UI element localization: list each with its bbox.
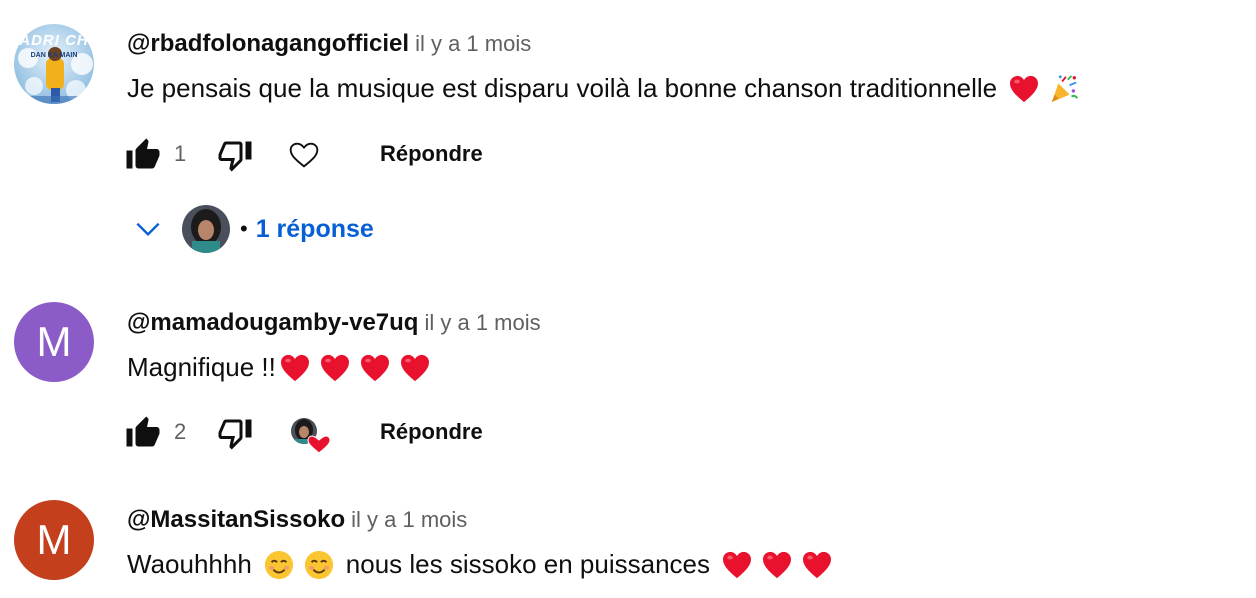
comment-text: Je pensais que la musique est disparu vo… bbox=[127, 73, 1079, 104]
party-popper-emoji bbox=[1051, 74, 1079, 102]
comment-body: Je pensais que la musique est disparu vo… bbox=[127, 73, 998, 103]
avatar-subtitle: DAN KA MAIN bbox=[30, 52, 78, 59]
like-button[interactable] bbox=[124, 133, 162, 177]
creator-heart-badge[interactable] bbox=[286, 411, 332, 455]
dislike-button[interactable] bbox=[216, 133, 254, 177]
timestamp[interactable]: il y a 1 mois bbox=[415, 31, 531, 56]
thumbs-down-icon bbox=[218, 419, 252, 450]
comment-text: Waouhhhh nous les sissoko en puissances bbox=[127, 549, 832, 580]
red-heart-emoji bbox=[360, 354, 389, 381]
avatar-letter: M bbox=[36, 516, 72, 563]
smiling-face-emoji bbox=[304, 550, 333, 579]
author-name[interactable]: @rbadfolonagangofficiel bbox=[127, 30, 409, 57]
avatar-title: ADRI CH bbox=[19, 32, 89, 49]
separator-dot: • bbox=[240, 216, 248, 241]
like-count: 1 bbox=[174, 141, 187, 166]
timestamp[interactable]: il y a 1 mois bbox=[424, 310, 540, 335]
reply-button[interactable]: Répondre bbox=[380, 419, 483, 445]
red-heart-emoji bbox=[280, 354, 309, 381]
comment-header: @mamadougamby-ve7uq il y a 1 mois bbox=[127, 309, 541, 337]
reply-button[interactable]: Répondre bbox=[380, 141, 483, 167]
comment-body: Magnifique !! bbox=[127, 352, 276, 382]
dislike-button[interactable] bbox=[216, 411, 254, 455]
thumbs-up-icon bbox=[126, 416, 160, 447]
replies-count: 1 réponse bbox=[255, 214, 374, 243]
view-replies-button[interactable]: • 1 réponse bbox=[132, 204, 374, 254]
comment-header: @MassitanSissoko il y a 1 mois bbox=[127, 506, 467, 534]
avatar[interactable]: M bbox=[14, 302, 94, 382]
avatar[interactable]: ADRI CH DAN KA MAIN bbox=[14, 24, 94, 104]
replier-avatar bbox=[182, 205, 230, 253]
red-heart-emoji bbox=[320, 354, 349, 381]
red-heart-emoji bbox=[763, 551, 791, 578]
like-count: 2 bbox=[174, 419, 187, 444]
smiling-face-emoji bbox=[264, 550, 293, 579]
author-name[interactable]: @MassitanSissoko bbox=[127, 506, 345, 533]
comment-header: @rbadfolonagangofficiel il y a 1 mois bbox=[127, 30, 531, 58]
creator-heart-icon bbox=[291, 418, 331, 454]
avatar[interactable]: M bbox=[14, 500, 94, 580]
red-heart-emoji bbox=[803, 551, 831, 578]
author-name[interactable]: @mamadougamby-ve7uq bbox=[127, 309, 418, 336]
red-heart-emoji bbox=[400, 354, 429, 381]
like-button[interactable] bbox=[124, 411, 162, 455]
red-heart-emoji bbox=[723, 551, 751, 578]
comment-body-start: Waouhhhh bbox=[127, 549, 252, 579]
red-heart-emoji bbox=[1010, 75, 1039, 102]
comment-text: Magnifique !! bbox=[127, 352, 430, 383]
chevron-down-icon bbox=[136, 222, 160, 237]
thumbs-down-icon bbox=[218, 141, 252, 172]
thumbs-up-icon bbox=[126, 138, 160, 169]
comment-toolbar: 2 Répondre bbox=[124, 411, 724, 455]
avatar-letter: M bbox=[36, 318, 72, 365]
comment-toolbar: 1 Répondre bbox=[124, 133, 724, 177]
comment-body-end: nous les sissoko en puissances bbox=[345, 549, 710, 579]
heart-outline-icon bbox=[289, 142, 319, 168]
heart-button[interactable] bbox=[286, 133, 322, 177]
timestamp[interactable]: il y a 1 mois bbox=[351, 507, 467, 532]
